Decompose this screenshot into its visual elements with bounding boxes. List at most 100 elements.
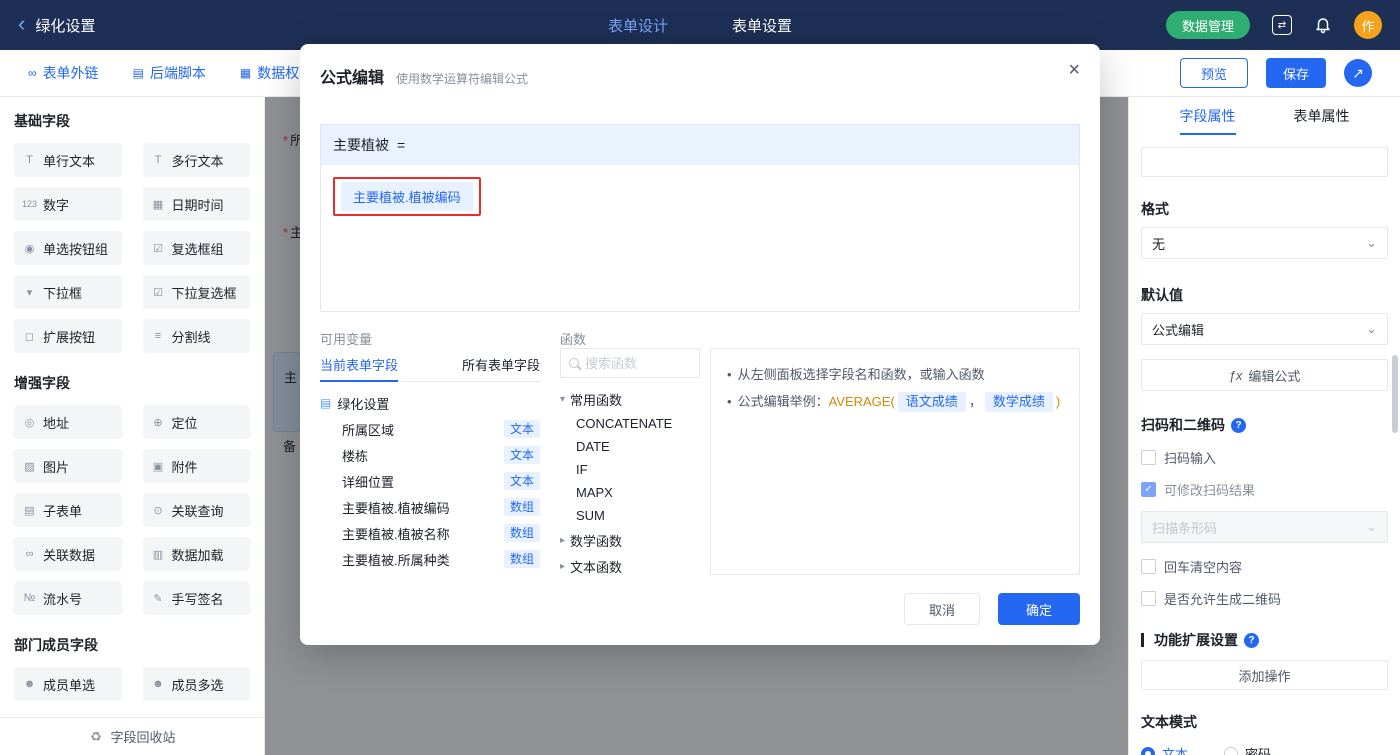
field-button[interactable]: ☑ 复选框组: [142, 231, 250, 265]
function-item[interactable]: MAPX: [560, 481, 700, 504]
bell-icon[interactable]: [1314, 16, 1332, 34]
format-select[interactable]: 无 ⌄: [1141, 227, 1388, 259]
field-icon: ⊙: [153, 504, 163, 517]
field-button[interactable]: ▥ 数据加载: [142, 537, 250, 571]
field-label: 数字: [43, 197, 70, 213]
back-icon[interactable]: ‹: [18, 13, 25, 35]
form-root-node[interactable]: ▤ 绿化设置: [320, 390, 540, 416]
add-action-button[interactable]: 添加操作: [1141, 660, 1388, 690]
edit-formula-button[interactable]: ƒx 编辑公式: [1141, 359, 1388, 391]
formula-body[interactable]: 主要植被.植被编码: [321, 165, 1079, 228]
preview-button[interactable]: 预览: [1180, 58, 1248, 88]
field-button[interactable]: ▤ 子表单: [14, 493, 122, 527]
example-function-close: ): [1055, 394, 1061, 409]
default-value-select[interactable]: 公式编辑 ⌄: [1141, 313, 1388, 345]
cancel-button[interactable]: 取消: [904, 593, 980, 625]
variable-item[interactable]: 主要植被.所属种类 数组: [320, 546, 540, 572]
recycle-label: 字段回收站: [110, 730, 176, 745]
tab-field-properties[interactable]: 字段属性: [1179, 97, 1236, 135]
allow-qr-checkbox[interactable]: 是否允许生成二维码: [1141, 589, 1388, 608]
variables-tabs: 当前表单字段 所有表单字段: [320, 348, 540, 382]
function-group-common[interactable]: ▾ 常用函数: [560, 386, 700, 412]
data-manage-button[interactable]: 数据管理: [1165, 11, 1250, 39]
function-search-input[interactable]: [585, 355, 675, 371]
avatar[interactable]: 作: [1354, 11, 1382, 39]
field-button[interactable]: ▨ 图片: [14, 449, 122, 483]
form-external-link[interactable]: ∞ 表单外链: [28, 63, 99, 83]
share-icon[interactable]: ↗: [1344, 59, 1372, 87]
placeholder-input[interactable]: [1141, 147, 1388, 177]
field-button[interactable]: ☻ 成员单选: [14, 667, 122, 701]
field-button[interactable]: ☻ 成员多选: [142, 667, 250, 701]
field-label: 下拉复选框: [171, 285, 237, 301]
hint-line-2: • 公式编辑举例：AVERAGE(语文成绩，数学成绩): [727, 388, 1063, 415]
field-button[interactable]: ▣ 附件: [142, 449, 250, 483]
function-item[interactable]: CONCATENATE: [560, 412, 700, 435]
text-mode-radio-group: 文本 密码: [1141, 744, 1388, 755]
field-button[interactable]: ◻ 扩展按钮: [14, 319, 122, 353]
field-button[interactable]: ◎ 地址: [14, 405, 122, 439]
save-button[interactable]: 保存: [1266, 58, 1326, 88]
field-button[interactable]: ☑ 下拉复选框: [142, 275, 250, 309]
field-button[interactable]: T 多行文本: [142, 143, 250, 177]
scrollbar[interactable]: [1392, 355, 1398, 433]
field-recycle-bin[interactable]: ♻ 字段回收站: [0, 717, 264, 755]
formula-token[interactable]: 主要植被.植被编码: [341, 182, 473, 211]
field-button[interactable]: ∞ 关联数据: [14, 537, 122, 571]
field-button[interactable]: ≡ 分割线: [142, 319, 250, 353]
radio-password[interactable]: 密码: [1224, 744, 1271, 755]
function-group-text[interactable]: ▸ 文本函数: [560, 553, 700, 579]
backend-script-link[interactable]: ▤ 后端脚本: [133, 63, 206, 83]
scan-input-checkbox[interactable]: 扫码输入: [1141, 448, 1388, 467]
function-item[interactable]: SUM: [560, 504, 700, 527]
tab-all-form-fields[interactable]: 所有表单字段: [462, 348, 540, 381]
field-button[interactable]: 123 数字: [14, 187, 122, 221]
format-value: 无: [1152, 236, 1166, 252]
variable-item[interactable]: 详细位置 文本: [320, 468, 540, 494]
field-button[interactable]: ⊙ 关联查询: [142, 493, 250, 527]
tab-form-settings[interactable]: 表单设置: [732, 15, 792, 36]
form-name: 绿化设置: [337, 396, 390, 412]
function-item[interactable]: DATE: [560, 435, 700, 458]
recycle-icon: ♻: [90, 728, 102, 744]
modal-title: 公式编辑: [320, 70, 385, 87]
variable-name: 主要植被.所属种类: [342, 552, 450, 568]
variable-item[interactable]: 楼栋 文本: [320, 442, 540, 468]
radio-text[interactable]: 文本: [1141, 744, 1188, 755]
field-button[interactable]: ▦ 日期时间: [142, 187, 250, 221]
variable-item[interactable]: 所属区域 文本: [320, 416, 540, 442]
close-icon[interactable]: ×: [1068, 60, 1080, 80]
field-icon: ◻: [24, 330, 35, 343]
function-group-math[interactable]: ▸ 数学函数: [560, 527, 700, 553]
field-button[interactable]: ✎ 手写签名: [142, 581, 250, 615]
field-button[interactable]: T 单行文本: [14, 143, 122, 177]
variable-item[interactable]: 主要植被.植被名称 数组: [320, 520, 540, 546]
field-button[interactable]: № 流水号: [14, 581, 122, 615]
scan-qr-section-title: 扫码和二维码 ?: [1141, 415, 1388, 435]
variable-item[interactable]: 主要植被.植被编码 数组: [320, 494, 540, 520]
help-icon[interactable]: ?: [1231, 417, 1246, 433]
field-button[interactable]: ⊕ 定位: [142, 405, 250, 439]
section-bar: [1141, 633, 1144, 647]
properties-tabs: 字段属性 表单属性: [1141, 97, 1388, 135]
workflow-icon[interactable]: ⇄: [1272, 15, 1292, 35]
variable-type-badge: 数组: [503, 498, 540, 516]
tab-form-design[interactable]: 表单设计: [608, 15, 668, 36]
field-button[interactable]: ◉ 单选按钮组: [14, 231, 122, 265]
bullet-icon: •: [727, 367, 732, 382]
help-icon[interactable]: ?: [1244, 632, 1259, 648]
tab-form-properties[interactable]: 表单属性: [1294, 97, 1350, 135]
field-label: 单选按钮组: [43, 241, 109, 257]
field-icon: ▥: [152, 548, 164, 561]
field-label: 扩展按钮: [43, 329, 96, 345]
tab-current-form-fields[interactable]: 当前表单字段: [320, 348, 399, 382]
function-search-box[interactable]: [560, 348, 700, 378]
function-item[interactable]: IF: [560, 458, 700, 481]
field-icon: ∞: [25, 548, 34, 560]
modify-scan-result-checkbox[interactable]: ✓ 可修改扫码结果: [1141, 480, 1388, 499]
formula-editor[interactable]: 主要植被 = 主要植被.植被编码: [320, 124, 1080, 312]
field-button[interactable]: ▾ 下拉框: [14, 275, 122, 309]
enter-clear-checkbox[interactable]: 回车清空内容: [1141, 557, 1388, 576]
confirm-button[interactable]: 确定: [998, 593, 1080, 625]
field-label: 下拉框: [43, 285, 83, 301]
